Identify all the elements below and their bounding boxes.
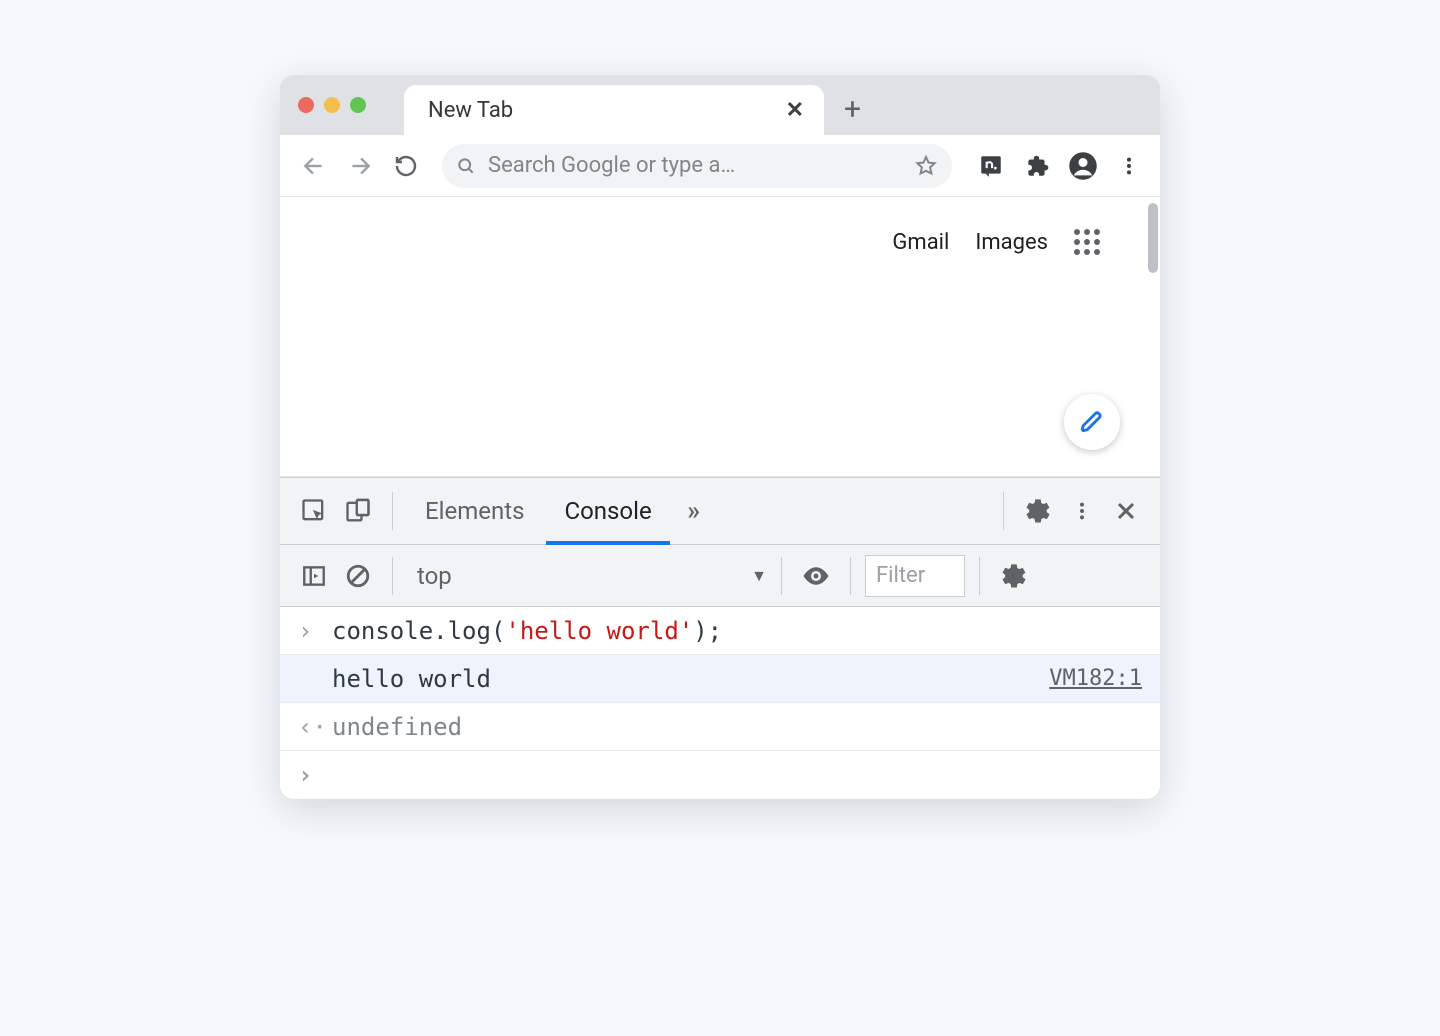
console-sidebar-toggle[interactable] [294,556,334,596]
kebab-icon [1118,155,1140,177]
kebab-icon [1071,500,1093,522]
console-toolbar: top ▼ Filter [280,545,1160,607]
gear-icon [1024,497,1052,525]
search-icon [456,156,476,176]
google-apps-button[interactable] [1074,229,1100,255]
filter-placeholder: Filter [876,563,925,588]
back-button[interactable] [294,146,334,186]
separator [850,557,851,595]
window-controls [298,97,366,113]
window-close-button[interactable] [298,97,314,113]
devtools-tabbar: Elements Console » [280,477,1160,545]
code-token: console.log( [332,617,505,645]
console-input-row[interactable]: › console.log('hello world'); [280,607,1160,655]
newtab-header-links: Gmail Images [892,229,1100,255]
reload-button[interactable] [386,146,426,186]
account-icon [1068,151,1098,181]
console-output: › console.log('hello world'); hello worl… [280,607,1160,799]
devtools-settings-button[interactable] [1018,491,1058,531]
browser-toolbar: Search Google or type a… [280,135,1160,197]
tab-console[interactable]: Console [546,478,669,544]
arrow-left-icon [301,153,327,179]
tab-strip: New Tab ✕ + [280,75,1160,135]
extensions-button[interactable] [1020,149,1054,183]
reload-icon [394,154,418,178]
code-string-token: 'hello world' [505,617,693,645]
browser-window: New Tab ✕ + Search Google or type a… [280,75,1160,799]
separator [392,557,393,595]
inspect-element-button[interactable] [294,491,334,531]
more-tabs-button[interactable]: » [674,491,714,531]
window-zoom-button[interactable] [350,97,366,113]
omnibox-placeholder: Search Google or type a… [488,153,902,178]
inspect-icon [300,497,328,525]
new-tab-button[interactable]: + [844,92,861,127]
separator [1003,492,1004,530]
separator [392,492,393,530]
responsive-icon [344,497,372,525]
browser-menu-button[interactable] [1112,149,1146,183]
bookmark-star-icon[interactable] [914,154,938,178]
link-gmail[interactable]: Gmail [892,230,949,255]
puzzle-icon [1024,153,1050,179]
customize-fab[interactable] [1064,394,1120,450]
close-tab-icon[interactable]: ✕ [786,98,804,123]
live-expression-button[interactable] [796,556,836,596]
console-settings-button[interactable] [994,556,1034,596]
chevron-right-icon: › [298,617,332,645]
console-filter-input[interactable]: Filter [865,555,965,597]
window-minimize-button[interactable] [324,97,340,113]
return-value: undefined [332,713,462,741]
chevron-down-icon: ▼ [751,566,767,586]
console-return-row: ‹· undefined [280,703,1160,751]
code-token: ); [693,617,722,645]
clear-console-button[interactable] [338,556,378,596]
forward-button[interactable] [340,146,380,186]
annotation-icon [978,153,1004,179]
sidebar-icon [301,563,327,589]
profile-button[interactable] [1066,149,1100,183]
return-arrow-icon: ‹· [298,713,332,741]
tab-title: New Tab [428,98,513,123]
page-viewport: Gmail Images [280,197,1160,477]
link-images[interactable]: Images [975,230,1048,255]
tab-elements[interactable]: Elements [407,478,542,544]
log-message: hello world [332,665,491,693]
browser-tab[interactable]: New Tab ✕ [404,85,824,135]
gear-icon [1000,562,1028,590]
console-prompt-row[interactable]: › [280,751,1160,799]
pencil-icon [1079,409,1105,435]
devtools-menu-button[interactable] [1062,491,1102,531]
close-icon [1114,499,1138,523]
device-toolbar-button[interactable] [338,491,378,531]
clear-icon [345,563,371,589]
extension-hypothesis-icon[interactable] [974,149,1008,183]
devtools-close-button[interactable] [1106,491,1146,531]
context-label: top [417,562,452,590]
separator [781,557,782,595]
arrow-right-icon [347,153,373,179]
log-source-link[interactable]: VM182:1 [1049,666,1142,691]
scrollbar-thumb[interactable] [1148,203,1158,273]
omnibox[interactable]: Search Google or type a… [442,144,952,188]
separator [979,557,980,595]
eye-icon [801,561,831,591]
prompt-chevron-icon: › [298,761,332,789]
execution-context-selector[interactable]: top ▼ [407,562,767,590]
console-log-row: hello world VM182:1 [280,655,1160,703]
